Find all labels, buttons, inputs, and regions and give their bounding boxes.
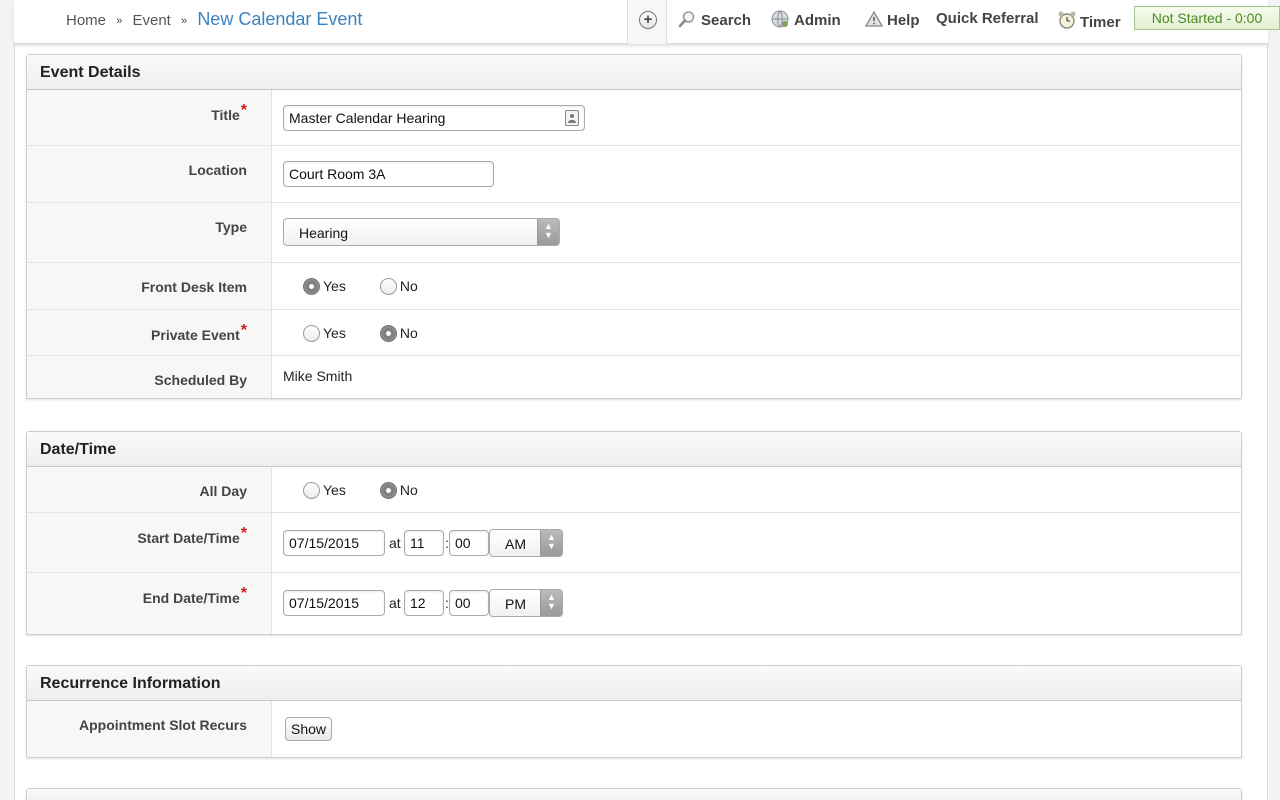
recurrence-heading: Recurrence Information	[27, 666, 1241, 701]
front-desk-no-radio[interactable]: No	[379, 278, 418, 295]
front-desk-label: Front Desk Item	[141, 279, 247, 295]
front-desk-row: Front Desk Item Yes No	[27, 263, 1241, 310]
all-day-no-radio[interactable]: No	[379, 482, 418, 499]
type-select[interactable]: Hearing ▲ ▼	[283, 218, 560, 246]
start-minute-input[interactable]: 00	[449, 530, 489, 556]
nav-search[interactable]: Search	[678, 10, 751, 29]
radio-empty-icon	[303, 325, 320, 342]
private-event-radio-group: Yes No	[303, 325, 446, 342]
end-datetime-row: End Date/Time* 07/15/2015 at 12 : 00 PM …	[27, 573, 1241, 634]
location-input[interactable]: Court Room 3A	[283, 161, 494, 187]
breadcrumb-home[interactable]: Home	[66, 12, 106, 29]
recurrence-panel: Recurrence Information Appointment Slot …	[26, 665, 1242, 758]
date-time-heading: Date/Time	[27, 432, 1241, 467]
radio-empty-icon	[379, 278, 397, 295]
private-event-row: Private Event* Yes No	[27, 310, 1241, 356]
nav-timer-label: Timer	[1080, 14, 1121, 31]
nav-quick-referral-label: Quick Referral	[936, 10, 1039, 27]
top-bar: Home » Event » New Calendar Event + Sear…	[14, 0, 1280, 44]
breadcrumb-event[interactable]: Event	[132, 12, 170, 29]
type-row: Type Hearing ▲ ▼	[27, 203, 1241, 263]
magnifier-icon	[678, 10, 696, 28]
title-row: Title* Master Calendar Hearing	[27, 90, 1241, 146]
appointment-slot-label: Appointment Slot Recurs	[78, 717, 247, 733]
scheduled-by-label: Scheduled By	[154, 372, 247, 388]
private-event-label: Private Event*	[151, 322, 247, 343]
nav-help-label: Help	[887, 12, 920, 29]
breadcrumb-separator: »	[181, 15, 188, 27]
private-event-no-radio[interactable]: No	[379, 325, 418, 342]
start-ampm-select[interactable]: AM ▲ ▼	[489, 529, 563, 557]
plus-circle-icon: +	[639, 11, 657, 29]
end-ampm-select[interactable]: PM ▲ ▼	[489, 589, 563, 617]
required-marker: *	[240, 585, 247, 602]
front-desk-yes-radio[interactable]: Yes	[303, 278, 346, 295]
title-label: Title*	[211, 102, 247, 123]
end-datetime-label: End Date/Time*	[142, 585, 247, 606]
nav-quick-referral[interactable]: Quick Referral	[936, 10, 1039, 27]
title-input[interactable]: Master Calendar Hearing	[283, 105, 585, 131]
start-date-input[interactable]: 07/15/2015	[283, 530, 385, 556]
scheduled-by-row: Scheduled By Mike Smith	[27, 356, 1241, 398]
nav-admin[interactable]: Admin	[771, 10, 841, 29]
radio-selected-icon	[379, 482, 397, 499]
alarm-clock-icon	[1057, 10, 1076, 29]
event-details-panel: Event Details Title* Master Calendar Hea…	[26, 54, 1242, 399]
at-text: at	[389, 535, 401, 551]
type-label: Type	[215, 219, 247, 235]
breadcrumb: Home » Event » New Calendar Event	[66, 9, 362, 30]
scheduled-by-value: Mike Smith	[283, 368, 353, 384]
at-text: at	[389, 595, 401, 611]
end-date-input[interactable]: 07/15/2015	[283, 590, 385, 616]
required-marker: *	[240, 322, 247, 339]
front-desk-radio-group: Yes No	[303, 278, 446, 295]
all-day-yes-radio[interactable]: Yes	[303, 482, 346, 499]
nav-admin-label: Admin	[794, 12, 841, 29]
start-hour-input[interactable]: 11	[404, 530, 444, 556]
show-recurrence-button[interactable]: Show	[285, 717, 333, 741]
warning-triangle-icon	[864, 10, 884, 28]
select-arrows-icon: ▲ ▼	[540, 530, 562, 556]
radio-empty-icon	[303, 482, 320, 499]
end-hour-input[interactable]: 12	[404, 590, 444, 616]
date-time-panel: Date/Time All Day Yes No Start Date/Time*…	[26, 431, 1242, 635]
select-arrows-icon: ▲ ▼	[537, 219, 559, 245]
all-day-row: All Day Yes No	[27, 467, 1241, 513]
add-new-button[interactable]: +	[627, 0, 667, 44]
required-marker: *	[240, 102, 247, 119]
contact-card-icon[interactable]	[565, 110, 579, 126]
end-minute-input[interactable]: 00	[449, 590, 489, 616]
location-row: Location Court Room 3A	[27, 146, 1241, 203]
appointment-slot-row: Appointment Slot Recurs Show	[27, 701, 1241, 757]
radio-selected-icon	[379, 325, 397, 342]
globe-gear-icon	[771, 10, 789, 28]
nav-timer[interactable]: Timer	[1057, 10, 1121, 31]
radio-selected-icon	[303, 278, 320, 295]
start-datetime-row: Start Date/Time* 07/15/2015 at 11 : 00 A…	[27, 513, 1241, 573]
breadcrumb-current: New Calendar Event	[197, 9, 363, 29]
all-day-radio-group: Yes No	[303, 482, 446, 499]
all-day-label: All Day	[199, 483, 247, 499]
private-event-yes-radio[interactable]: Yes	[303, 325, 346, 342]
required-marker: *	[240, 525, 247, 542]
next-panel-partial	[26, 788, 1242, 800]
event-details-heading: Event Details	[27, 55, 1241, 90]
select-arrows-icon: ▲ ▼	[540, 590, 562, 616]
location-label: Location	[188, 162, 247, 178]
breadcrumb-separator: »	[116, 15, 123, 27]
timer-status-badge[interactable]: Not Started - 0:00	[1134, 6, 1280, 30]
nav-help[interactable]: Help	[864, 10, 920, 29]
start-datetime-label: Start Date/Time*	[137, 525, 247, 546]
nav-search-label: Search	[701, 12, 752, 29]
